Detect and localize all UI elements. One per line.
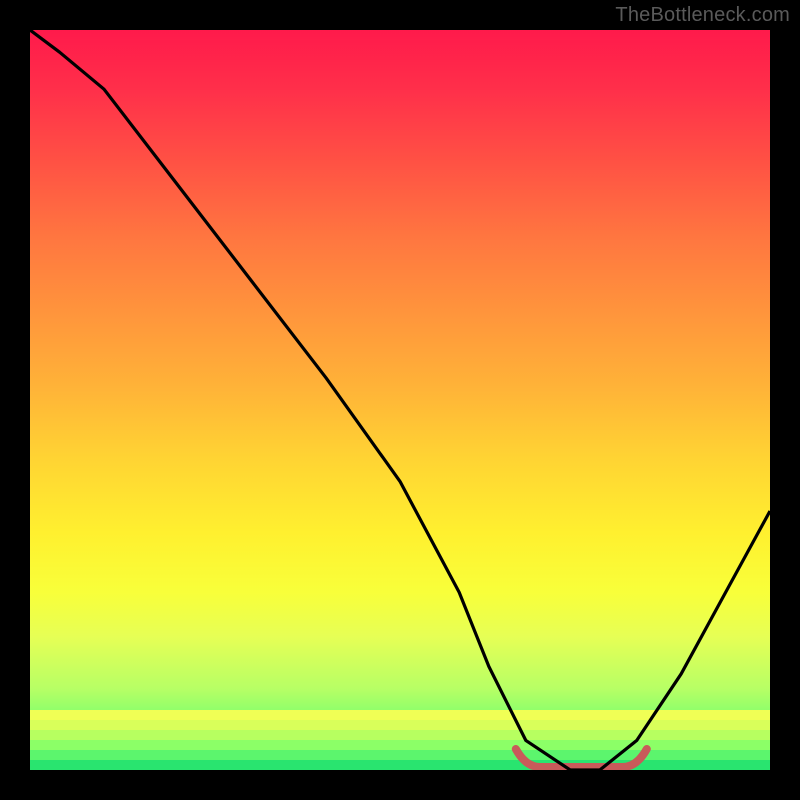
watermark-text: TheBottleneck.com <box>615 4 790 27</box>
bottleneck-curve <box>30 30 770 770</box>
trough-highlight <box>516 749 647 767</box>
chart-svg <box>30 30 770 770</box>
chart-plot-area <box>30 30 770 770</box>
